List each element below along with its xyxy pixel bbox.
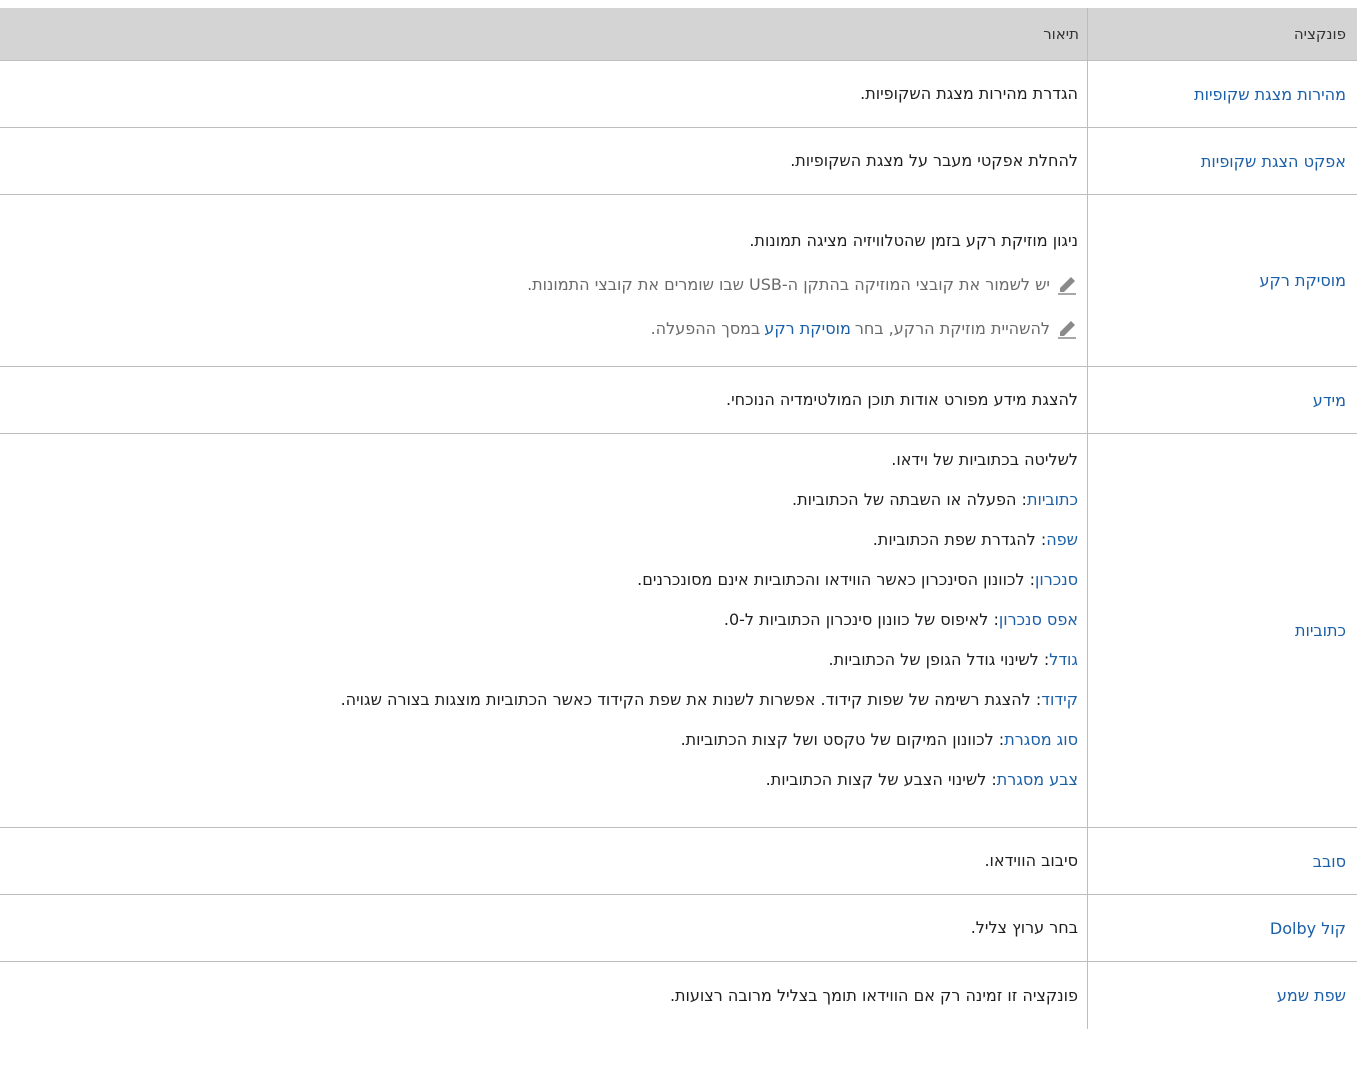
- table-row: אפקט הצגת שקופיות להחלת אפקטי מעבר על מצ…: [0, 128, 1357, 195]
- table-row: כתוביות לשליטה בכתוביות של וידאו. כתוביו…: [0, 434, 1357, 828]
- description-text: הגדרת מהירות מצגת השקופיות.: [860, 84, 1078, 103]
- subtitle-option: סוג מסגרת: לכוונון המיקום של טקסט ושל קצ…: [0, 730, 1078, 750]
- description-text: להחלת אפקטי מעבר על מצגת השקופיות.: [790, 151, 1078, 170]
- table-row: סובב סיבוב הווידאו.: [0, 828, 1357, 895]
- description-text: סיבוב הווידאו.: [984, 851, 1078, 870]
- pencil-icon: [1058, 321, 1076, 339]
- function-subtitles: כתוביות: [1294, 621, 1346, 640]
- header-description: תיאור: [1043, 25, 1079, 43]
- table-row: שפת שמע פונקציה זו זמינה רק אם הווידאו ת…: [0, 962, 1357, 1029]
- subtitle-option: סנכרון: לכוונון הסינכרון כאשר הווידאו וה…: [0, 570, 1078, 590]
- function-slideshow-effect: אפקט הצגת שקופיות: [1200, 151, 1346, 171]
- table-row: מוסיקת רקע ניגון מוזיקת רקע בזמן שהטלווי…: [0, 195, 1357, 367]
- option-keyword: גודל: [1049, 650, 1078, 669]
- note-text-after: במסך ההפעלה.: [650, 319, 761, 338]
- option-text: : לכוונון הסינכרון כאשר הווידאו והכתוביו…: [637, 570, 1035, 589]
- option-text: : להגדרת שפת הכתוביות.: [872, 530, 1047, 549]
- option-text: : לשינוי הצבע של קצות הכתוביות.: [765, 770, 997, 789]
- option-keyword: צבע מסגרת: [996, 770, 1078, 789]
- option-keyword: כתוביות: [1026, 490, 1078, 509]
- table-row: מידע להצגת מידע מפורט אודות תוכן המולטימ…: [0, 367, 1357, 434]
- subtitle-option: צבע מסגרת: לשינוי הצבע של קצות הכתוביות.: [0, 770, 1078, 790]
- function-dolby-sound: קול Dolby: [1269, 918, 1346, 938]
- function-info: מידע: [1312, 390, 1346, 410]
- note-line: להשהיית מוזיקת הרקע, בחר מוסיקת רקע במסך…: [0, 319, 1078, 339]
- option-text: : לאיפוס של כוונון סינכרון הכתוביות ל-0.: [723, 610, 999, 629]
- function-slideshow-speed: מהירות מצגת שקופיות: [1194, 84, 1346, 104]
- description-text: בחר ערוץ צליל.: [970, 918, 1078, 937]
- note-keyword: מוסיקת רקע: [764, 319, 851, 338]
- note-line: יש לשמור את קובצי המוזיקה בהתקן ה-USB שב…: [0, 275, 1078, 295]
- description-text: ניגון מוזיקת רקע בזמן שהטלוויזיה מציגה ת…: [749, 231, 1078, 250]
- option-keyword: סנכרון: [1035, 570, 1078, 589]
- subtitle-option: גודל: לשינוי גודל הגופן של הכתוביות.: [0, 650, 1079, 670]
- header-function: פונקציה: [1087, 8, 1357, 60]
- pencil-icon: [1058, 277, 1076, 295]
- subtitle-option: קידוד: להצגת רשימה של שפות קידוד. אפשרות…: [0, 690, 1078, 710]
- description-text: להצגת מידע מפורט אודות תוכן המולטימדיה ה…: [726, 390, 1078, 409]
- option-keyword: סוג מסגרת: [1004, 730, 1078, 749]
- subtitle-option: כתוביות: הפעלה או השבתה של הכתוביות.: [0, 490, 1078, 510]
- option-keyword: אפס סנכרון: [998, 610, 1078, 629]
- description-text: לשליטה בכתוביות של וידאו.: [891, 450, 1078, 469]
- option-text: : לכוונון המיקום של טקסט ושל קצות הכתובי…: [680, 730, 1005, 749]
- table-row: מהירות מצגת שקופיות הגדרת מהירות מצגת הש…: [0, 61, 1357, 128]
- function-rotate: סובב: [1312, 851, 1346, 871]
- function-audio-language: שפת שמע: [1276, 986, 1346, 1005]
- subtitle-option: אפס סנכרון: לאיפוס של כוונון סינכרון הכת…: [0, 610, 1078, 630]
- function-table: פונקציה תיאור מהירות מצגת שקופיות הגדרת …: [0, 8, 1357, 1029]
- note-text: יש לשמור את קובצי המוזיקה בהתקן ה-USB שב…: [527, 275, 1050, 294]
- note-text-before: להשהיית מוזיקת הרקע, בחר: [854, 319, 1050, 338]
- option-text: : להצגת רשימה של שפות קידוד. אפשרות לשנו…: [340, 690, 1042, 709]
- function-background-music: מוסיקת רקע: [1259, 271, 1346, 290]
- option-text: : הפעלה או השבתה של הכתוביות.: [792, 490, 1027, 509]
- description-text: פונקציה זו זמינה רק אם הווידאו תומך בצלי…: [669, 985, 1078, 1005]
- option-keyword: שפה: [1046, 530, 1078, 549]
- option-keyword: קידוד: [1041, 690, 1078, 709]
- subtitle-option: שפה: להגדרת שפת הכתוביות.: [0, 530, 1078, 550]
- table-header: פונקציה תיאור: [0, 8, 1357, 61]
- table-row: קול Dolby בחר ערוץ צליל.: [0, 895, 1357, 962]
- option-text: : לשינוי גודל הגופן של הכתוביות.: [828, 650, 1050, 669]
